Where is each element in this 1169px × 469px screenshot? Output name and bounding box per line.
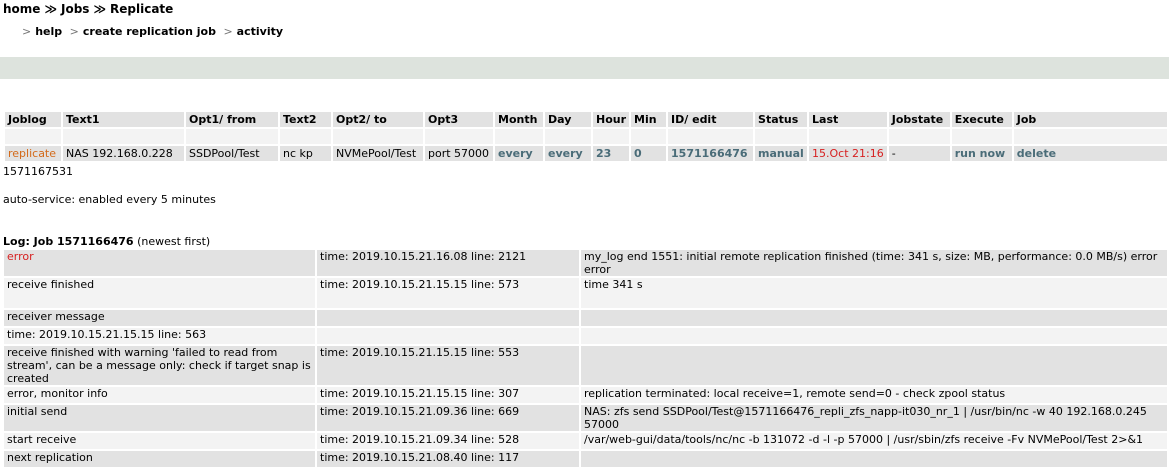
log-event: time: 2019.10.15.21.15.15 line: 563	[4, 328, 315, 344]
column-header: Execute	[951, 112, 1012, 127]
subnav-help-link[interactable]: help	[35, 25, 62, 38]
log-row: start receive time: 2019.10.15.21.09.34 …	[4, 433, 1167, 449]
log-message: time 341 s	[581, 278, 1167, 308]
column-header: Hour	[593, 112, 630, 127]
log-row: initial send time: 2019.10.15.21.09.36 l…	[4, 405, 1167, 431]
log-time: time: 2019.10.15.21.15.15 line: 307	[317, 387, 579, 403]
jobs-table-spacer-row	[5, 129, 1167, 144]
log-event: receive finished with warning 'failed to…	[4, 346, 315, 385]
opt2-cell: NVMePool/Test	[333, 146, 423, 161]
subnav-activity-link[interactable]: activity	[237, 25, 283, 38]
log-event: next replication	[4, 451, 315, 467]
status-link[interactable]: manual	[755, 146, 808, 161]
log-time: time: 2019.10.15.21.16.08 line: 2121	[317, 250, 579, 276]
log-message: replication terminated: local receive=1,…	[581, 387, 1167, 403]
run-now-link[interactable]: run now	[951, 146, 1012, 161]
column-header: Status	[755, 112, 808, 127]
min-link[interactable]: 0	[631, 146, 667, 161]
log-event: receiver message	[4, 310, 315, 326]
column-header: Job	[1013, 112, 1167, 127]
log-time	[317, 310, 579, 326]
last-run-cell: 15.Oct 21:16	[809, 146, 887, 161]
text2-cell: nc kp	[280, 146, 331, 161]
breadcrumb-separator: ≫	[44, 2, 57, 16]
log-row: receiver message	[4, 310, 1167, 326]
log-title: Log: Job 1571166476	[3, 235, 134, 248]
log-row: receive finished with warning 'failed to…	[4, 346, 1167, 385]
column-header: Last	[809, 112, 887, 127]
opt3-cell: port 57000	[425, 146, 493, 161]
log-time	[317, 328, 579, 344]
column-header: Day	[545, 112, 591, 127]
log-time: time: 2019.10.15.21.09.36 line: 669	[317, 405, 579, 431]
auto-service-status: auto-service: enabled every 5 minutes	[3, 193, 216, 206]
log-message	[581, 346, 1167, 385]
month-link[interactable]: every	[495, 146, 543, 161]
breadcrumb: home ≫ Jobs ≫ Replicate	[3, 2, 173, 16]
sub-navigation: > help > create replication job > activity	[22, 25, 287, 38]
status-bar	[0, 57, 1169, 79]
log-message	[581, 328, 1167, 344]
log-message: NAS: zfs send SSDPool/Test@1571166476_re…	[581, 405, 1167, 431]
log-time: time: 2019.10.15.21.09.34 line: 528	[317, 433, 579, 449]
subnav-separator: >	[69, 25, 79, 38]
jobs-table-header: Joblog Text1 Opt1/ from Text2 Opt2/ to O…	[5, 112, 1167, 127]
log-message	[581, 451, 1167, 467]
column-header: Jobstate	[888, 112, 950, 127]
column-header: Opt2/ to	[333, 112, 423, 127]
log-event: error, monitor info	[4, 387, 315, 403]
log-note: (newest first)	[137, 235, 211, 248]
log-time: time: 2019.10.15.21.15.15 line: 553	[317, 346, 579, 385]
log-time: time: 2019.10.15.21.15.15 line: 573	[317, 278, 579, 308]
log-heading: Log: Job 1571166476 (newest first)	[3, 235, 210, 248]
log-row: next replication time: 2019.10.15.21.08.…	[4, 451, 1167, 467]
log-event: initial send	[4, 405, 315, 431]
id-edit-link[interactable]: 1571166476	[668, 146, 754, 161]
column-header: Month	[495, 112, 543, 127]
log-event: error	[4, 250, 315, 276]
log-message: my_log end 1551: initial remote replicat…	[581, 250, 1167, 276]
subnav-separator: >	[223, 25, 233, 38]
column-header: ID/ edit	[668, 112, 754, 127]
job-id-line: 1571167531	[3, 165, 73, 178]
log-event: start receive	[4, 433, 315, 449]
column-header: Text2	[280, 112, 331, 127]
log-row: receive finished time: 2019.10.15.21.15.…	[4, 278, 1167, 308]
column-header: Text1	[63, 112, 184, 127]
column-header: Opt1/ from	[186, 112, 278, 127]
log-row: error, monitor info time: 2019.10.15.21.…	[4, 387, 1167, 403]
opt1-cell: SSDPool/Test	[186, 146, 278, 161]
day-link[interactable]: every	[545, 146, 591, 161]
column-header: Min	[631, 112, 667, 127]
jobs-table: Joblog Text1 Opt1/ from Text2 Opt2/ to O…	[3, 110, 1169, 163]
log-message: /var/web-gui/data/tools/nc/nc -b 131072 …	[581, 433, 1167, 449]
breadcrumb-home-link[interactable]: home	[3, 2, 40, 16]
table-row: replicate NAS 192.168.0.228 SSDPool/Test…	[5, 146, 1167, 161]
column-header: Joblog	[5, 112, 61, 127]
breadcrumb-current: Replicate	[110, 2, 174, 16]
log-time: time: 2019.10.15.21.08.40 line: 117	[317, 451, 579, 467]
text1-cell: NAS 192.168.0.228	[63, 146, 184, 161]
subnav-create-replication-job-link[interactable]: create replication job	[83, 25, 216, 38]
log-row: time: 2019.10.15.21.15.15 line: 563	[4, 328, 1167, 344]
jobstate-cell: -	[888, 146, 950, 161]
column-header: Opt3	[425, 112, 493, 127]
log-row: error time: 2019.10.15.21.16.08 line: 21…	[4, 250, 1167, 276]
breadcrumb-separator: ≫	[93, 2, 107, 16]
hour-link[interactable]: 23	[593, 146, 630, 161]
log-event: receive finished	[4, 278, 315, 308]
delete-job-link[interactable]: delete	[1013, 146, 1167, 161]
log-message	[581, 310, 1167, 326]
log-table: error time: 2019.10.15.21.16.08 line: 21…	[2, 248, 1169, 469]
joblog-link[interactable]: replicate	[5, 146, 61, 161]
subnav-separator: >	[22, 25, 32, 38]
breadcrumb-jobs-link[interactable]: Jobs	[61, 2, 89, 16]
